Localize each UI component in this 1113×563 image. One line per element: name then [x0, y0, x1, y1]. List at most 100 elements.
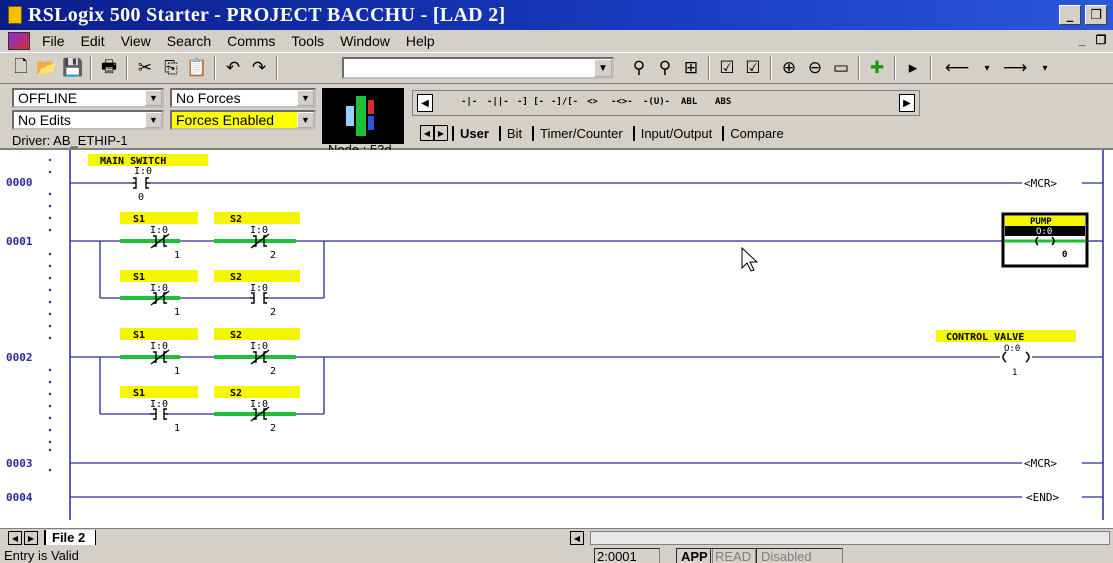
main-switch-address: I:0: [134, 166, 152, 177]
s1-label-bg-4: [120, 386, 198, 398]
zoom-in-icon[interactable]: ⊕: [776, 56, 802, 80]
menu-search[interactable]: Search: [159, 33, 219, 49]
restore-button[interactable]: ❐: [1085, 5, 1107, 25]
s1-xic-contact-4[interactable]: [150, 408, 168, 420]
menu-bar: File Edit View Search Comms Tools Window…: [0, 30, 1113, 52]
toolbar-separator: [930, 56, 932, 80]
palette-scroll-left-icon[interactable]: ◀: [417, 94, 433, 112]
new-file-icon[interactable]: 🗋: [8, 56, 34, 80]
edits-select[interactable]: No Edits ▼: [12, 110, 164, 130]
search-combo[interactable]: ▼: [342, 57, 614, 79]
tab-timer-counter[interactable]: Timer/Counter: [532, 125, 629, 141]
forces-enabled-select[interactable]: Forces Enabled ▼: [170, 110, 316, 130]
status-message: Entry is Valid: [4, 548, 79, 563]
abs-icon[interactable]: ABS: [715, 97, 731, 107]
rung-0004[interactable]: <END>: [70, 491, 1103, 504]
doc-minimize-button[interactable]: _: [1074, 32, 1090, 48]
back-dropdown-icon[interactable]: ▾: [974, 56, 1000, 80]
palette-scroll-right-icon[interactable]: ▶: [899, 94, 915, 112]
main-switch-xic-contact[interactable]: [132, 177, 150, 189]
rung-number-0004[interactable]: 0004: [6, 491, 33, 504]
otl-icon[interactable]: -<>-: [611, 97, 633, 107]
pump-address: O:0: [1036, 227, 1052, 237]
position-readout: 2:0001: [594, 548, 660, 563]
plus-icon[interactable]: ✚: [864, 56, 890, 80]
chevron-down-icon[interactable]: ▼: [594, 59, 612, 77]
chevron-down-icon[interactable]: ▼: [297, 112, 314, 128]
tab-scroll-right-icon[interactable]: ▶: [24, 531, 38, 545]
menu-view[interactable]: View: [113, 33, 159, 49]
paste-icon[interactable]: 📋: [184, 56, 210, 80]
tab-bit[interactable]: Bit: [498, 125, 528, 141]
menu-help[interactable]: Help: [398, 33, 443, 49]
redo-icon[interactable]: ↷: [246, 56, 272, 80]
rung-0001[interactable]: S1 S2 I:0 I:0 1 2 S1 S2 I:0 I:0 1 2 PUMP…: [70, 212, 1103, 318]
rung-number-0002[interactable]: 0002: [6, 351, 33, 364]
rung-number-0003[interactable]: 0003: [6, 457, 33, 470]
tab-scroll-left-icon[interactable]: ◀: [8, 531, 22, 545]
play-icon[interactable]: ▸: [900, 56, 926, 80]
rung-number-0000[interactable]: 0000: [6, 176, 33, 189]
chevron-down-icon[interactable]: ▼: [297, 90, 314, 106]
menu-file[interactable]: File: [34, 33, 73, 49]
scroll-left-icon[interactable]: ◀: [570, 531, 584, 545]
chevron-down-icon[interactable]: ▼: [145, 90, 162, 106]
verify-project-icon[interactable]: ☑: [740, 56, 766, 80]
menu-tools[interactable]: Tools: [283, 33, 332, 49]
pump-output-coil[interactable]: PUMP O:0 0: [1001, 212, 1089, 268]
otu-icon[interactable]: -(U)-: [643, 97, 670, 107]
rung-icon[interactable]: -|-: [461, 97, 477, 107]
xic-icon[interactable]: -] [-: [517, 97, 544, 107]
rung-0002[interactable]: S1 S2 I:0 I:0 1 2 S1 S2 I:0 I:0 1 2 CONT…: [70, 328, 1103, 434]
back-arrow-icon[interactable]: ⟵: [944, 56, 970, 80]
mode-select[interactable]: OFFLINE ▼: [12, 88, 164, 108]
cross-reference-icon[interactable]: ⊞: [678, 56, 704, 80]
cut-icon[interactable]: ✂: [132, 56, 158, 80]
horizontal-scrollbar[interactable]: [590, 531, 1110, 545]
find-icon[interactable]: ⚲: [626, 56, 652, 80]
tab-scroll-left-icon[interactable]: ◀: [420, 125, 434, 141]
print-icon[interactable]: 🖶: [96, 56, 122, 80]
chevron-down-icon[interactable]: ▼: [145, 112, 162, 128]
zoom-out-icon[interactable]: ⊖: [802, 56, 828, 80]
forward-dropdown-icon[interactable]: ▾: [1032, 56, 1058, 80]
ote-icon[interactable]: <>: [587, 97, 598, 107]
s2-xic-contact-2[interactable]: [250, 292, 268, 304]
control-valve-output-coil[interactable]: CONTROL VALVE O:0 1: [936, 330, 1076, 378]
rung-0003[interactable]: <MCR>: [70, 457, 1103, 470]
mcr-end-coil[interactable]: <MCR>: [1024, 457, 1058, 470]
branch-icon[interactable]: -||-: [487, 97, 509, 107]
save-icon[interactable]: 💾: [60, 56, 86, 80]
menu-edit[interactable]: Edit: [73, 33, 113, 49]
ladder-editor[interactable]: 0000 0001 0002 0003 0004 MAIN SWITCH I:0…: [0, 150, 1113, 520]
tab-scroll-right-icon[interactable]: ▶: [434, 125, 448, 141]
title-bar: RSLogix 500 Starter - PROJECT BACCHU - […: [0, 0, 1113, 30]
document-menu-icon[interactable]: [8, 32, 30, 50]
forces-select[interactable]: No Forces ▼: [170, 88, 316, 108]
control-valve-address: O:0: [1004, 344, 1020, 354]
tab-compare[interactable]: Compare: [722, 125, 789, 141]
tab-file-2[interactable]: File 2: [44, 530, 97, 545]
open-folder-icon[interactable]: 📂: [34, 56, 60, 80]
verify-file-icon[interactable]: ☑: [714, 56, 740, 80]
undo-icon[interactable]: ↶: [220, 56, 246, 80]
abl-icon[interactable]: ABL: [681, 97, 697, 107]
rung-number-0001[interactable]: 0001: [6, 235, 33, 248]
xio-icon[interactable]: -]/[-: [551, 97, 578, 107]
menu-window[interactable]: Window: [332, 33, 398, 49]
s1-bit-2: 1: [174, 307, 180, 318]
copy-icon[interactable]: ⎘: [158, 56, 184, 80]
find-all-icon[interactable]: ⚲: [652, 56, 678, 80]
end-instruction[interactable]: <END>: [1026, 491, 1060, 504]
forward-arrow-icon[interactable]: ⟶: [1002, 56, 1028, 80]
menu-comms[interactable]: Comms: [219, 33, 283, 49]
rung-0000[interactable]: MAIN SWITCH I:0 0 <MCR>: [70, 154, 1103, 203]
doc-restore-button[interactable]: ❐: [1093, 32, 1109, 48]
toggle-view-icon[interactable]: ▭: [828, 56, 854, 80]
window-title: RSLogix 500 Starter - PROJECT BACCHU - […: [28, 3, 506, 26]
minimize-button[interactable]: _: [1059, 5, 1081, 25]
toolbar-separator: [214, 56, 216, 80]
tab-user[interactable]: User: [452, 125, 495, 141]
tab-input-output[interactable]: Input/Output: [632, 125, 719, 141]
mcr-coil[interactable]: <MCR>: [1024, 177, 1058, 190]
